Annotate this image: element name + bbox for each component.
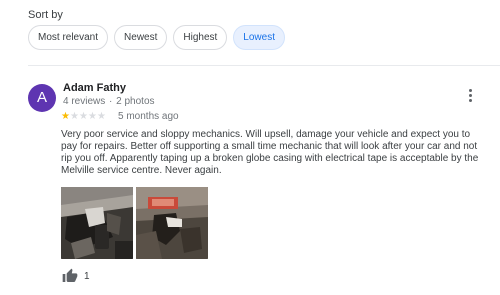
review-text: Very poor service and sloppy mechanics. … [61, 129, 479, 176]
rating-row: ★ ★ ★ ★ ★ 5 months ago [61, 111, 179, 122]
reviews-count: 4 reviews [63, 96, 106, 107]
review-photo-2[interactable] [136, 187, 208, 259]
star-rating: ★ ★ ★ ★ ★ [61, 110, 106, 122]
star-empty-icon: ★ [88, 110, 97, 122]
star-empty-icon: ★ [79, 110, 88, 122]
divider [28, 65, 500, 66]
reviewer-name[interactable]: Adam Fathy [63, 82, 126, 94]
thumbs-up-icon[interactable] [62, 268, 78, 284]
photos-count: 2 photos [116, 96, 155, 107]
star-empty-icon: ★ [97, 110, 106, 122]
sort-most-relevant-chip[interactable]: Most relevant [28, 25, 109, 50]
sort-newest-chip[interactable]: Newest [114, 25, 168, 50]
star-empty-icon: ★ [70, 110, 79, 122]
review-photo-1[interactable] [61, 187, 133, 259]
review-time: 5 months ago [118, 111, 179, 122]
reviewer-meta: 4 reviews · 2 photos [63, 96, 155, 107]
avatar[interactable]: A [28, 84, 56, 112]
more-vert-icon[interactable] [464, 88, 476, 104]
sort-options: Most relevant Newest Highest Lowest [28, 25, 285, 50]
car-interior-light-photo [136, 187, 208, 259]
sort-lowest-chip[interactable]: Lowest [233, 25, 285, 50]
star-filled-icon: ★ [61, 110, 70, 122]
sort-highest-chip[interactable]: Highest [173, 25, 228, 50]
like-count: 1 [84, 271, 90, 282]
meta-separator: · [109, 96, 113, 107]
sort-by-label: Sort by [28, 9, 63, 21]
car-headlight-photo [61, 187, 133, 259]
